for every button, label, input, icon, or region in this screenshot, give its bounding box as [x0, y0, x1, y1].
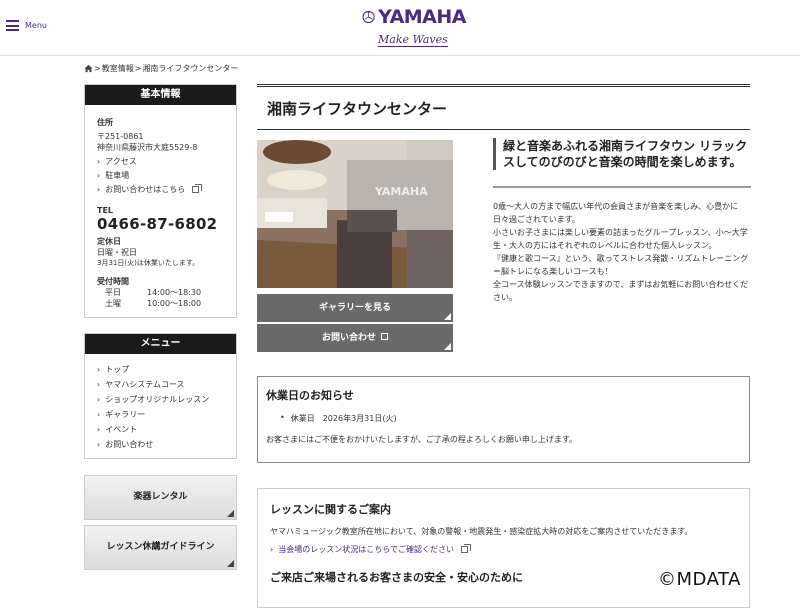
chevron-right-icon: ›: [97, 410, 101, 419]
external-link-icon: [460, 544, 471, 553]
menu-heading: メニュー: [85, 334, 236, 354]
lesson-info-box: レッスンに関するご案内 ヤマハミュージック教室所在地において、対象の警報・地震発…: [257, 488, 750, 608]
page-title: 湘南ライフタウンセンター: [267, 100, 448, 118]
menu-box: メニュー › トップ › ヤマハシステムコース › ショップオリジナルレッスン › ギャ…: [84, 333, 237, 459]
holiday-text: 日曜・祝日: [97, 248, 137, 257]
corner-arrow-icon: [227, 510, 234, 517]
corner-arrow-icon: [227, 560, 234, 567]
description: 0歳〜大人の方まで幅広い年代の会員さまが音楽を楽しみ、心豊かに日々過ごされていま…: [493, 202, 749, 302]
notice-text: お客さまにはご不便をおかけいたしますが、ご了承の程よろしくお願い申し上げます。: [266, 435, 578, 444]
svg-text:YAMAHA: YAMAHA: [374, 185, 428, 198]
chevron-right-icon: ›: [97, 171, 101, 180]
menu-item-original-lesson[interactable]: › ショップオリジナルレッスン: [97, 394, 224, 405]
copyright-watermark: ©MDATA: [658, 569, 741, 590]
notice-item: • 休業日 2026年3月31日(火): [280, 413, 397, 423]
chevron-right-icon: ›: [270, 545, 274, 554]
holiday-notice-box: 休業日のお知らせ • 休業日 2026年3月31日(火) お客さまにはご不便をおか…: [257, 376, 750, 463]
page-title-bar: 湘南ライフタウンセンター: [257, 84, 750, 130]
menu-item-event[interactable]: › イベント: [97, 424, 224, 435]
chevron-right-icon: ›: [97, 185, 101, 194]
menu-item-system-course[interactable]: › ヤマハシステムコース: [97, 379, 224, 390]
contact-button[interactable]: お問い合わせ: [257, 324, 453, 352]
address-label: 住所: [97, 118, 113, 127]
holiday-label: 定休日: [97, 237, 121, 246]
gallery-button[interactable]: ギャラリーを見る: [257, 294, 453, 322]
access-link[interactable]: › アクセス: [97, 156, 224, 167]
notice-title: 休業日のお知らせ: [266, 389, 354, 402]
catch-copy: 緑と音楽あふれる湘南ライフタウン リラックスしてのびのびと音楽の時間を楽しめます…: [493, 138, 751, 170]
address-text: 神奈川県藤沢市大庭5529-8: [97, 143, 198, 152]
menu-item-gallery[interactable]: › ギャラリー: [97, 409, 224, 420]
interior-illustration: YAMAHA: [257, 140, 453, 288]
basic-info-heading: 基本情報: [85, 85, 236, 105]
instrument-rental-button[interactable]: 楽器レンタル: [84, 475, 237, 520]
menu-label: Menu: [25, 21, 47, 30]
breadcrumb: > 教室情報 > 湘南ライフタウンセンター: [84, 63, 238, 74]
sidebar: 基本情報 住所 〒251-0861 神奈川県藤沢市大庭5529-8 › アクセス …: [84, 84, 237, 570]
bullet-dot-icon: •: [280, 413, 285, 422]
lesson-title: レッスンに関するご案内: [270, 503, 391, 516]
lesson-cancel-guideline-button[interactable]: レッスン休講ガイドライン: [84, 525, 237, 570]
menu-button[interactable]: Menu: [6, 20, 47, 31]
holiday-note: 3月31日(火)は休業いたします。: [97, 259, 200, 267]
hamburger-icon: [6, 20, 19, 31]
basic-info-box: 基本情報 住所 〒251-0861 神奈川県藤沢市大庭5529-8 › アクセス …: [84, 84, 237, 318]
tuning-forks-emblem-icon: [362, 10, 375, 24]
hours-label: 受付時間: [97, 277, 129, 286]
external-link-icon: [192, 184, 203, 193]
breadcrumb-current: 湘南ライフタウンセンター: [142, 64, 239, 73]
postal-code: 〒251-0861: [97, 132, 144, 141]
logo-tagline: Make Waves: [378, 33, 448, 47]
yamaha-logo[interactable]: YAMAHA Make Waves: [362, 6, 466, 50]
breadcrumb-link-classroom[interactable]: 教室情報: [102, 63, 134, 74]
menu-item-contact[interactable]: › お問い合わせ: [97, 439, 224, 450]
menu-item-top[interactable]: › トップ: [97, 364, 224, 375]
external-link-icon: [381, 331, 391, 340]
corner-arrow-icon: [444, 343, 451, 350]
lesson-status-link[interactable]: › 当会場のレッスン状況はこちらでご確認ください: [270, 544, 737, 555]
lesson-text: ヤマハミュージック教室所在地において、対象の警報・地震発生・感染症拡大時の対応を…: [270, 527, 693, 536]
corner-arrow-icon: [444, 313, 451, 320]
contact-link[interactable]: › お問い合わせはこちら: [97, 184, 224, 195]
chevron-right-icon: ›: [97, 157, 101, 166]
store-interior-photo: YAMAHA: [257, 140, 453, 288]
hours-table: 平日 14:00〜18:30 土曜 10:00〜18:00: [105, 288, 202, 308]
home-icon[interactable]: [84, 64, 93, 73]
tel-number[interactable]: 0466-87-6802: [97, 217, 224, 232]
chevron-right-icon: ›: [97, 365, 101, 374]
main-content: 湘南ライフタウンセンター YAMAHA ギャラリーを見る お問い合わせ 緑と音楽…: [257, 84, 751, 608]
chevron-right-icon: ›: [97, 425, 101, 434]
chevron-right-icon: ›: [97, 395, 101, 404]
logo-wordmark: YAMAHA: [378, 6, 466, 28]
catch-divider: [493, 186, 751, 188]
site-header: Menu YAMAHA Make Waves: [0, 0, 800, 56]
parking-link[interactable]: › 駐車場: [97, 170, 224, 181]
chevron-right-icon: ›: [97, 380, 101, 389]
chevron-right-icon: ›: [97, 440, 101, 449]
